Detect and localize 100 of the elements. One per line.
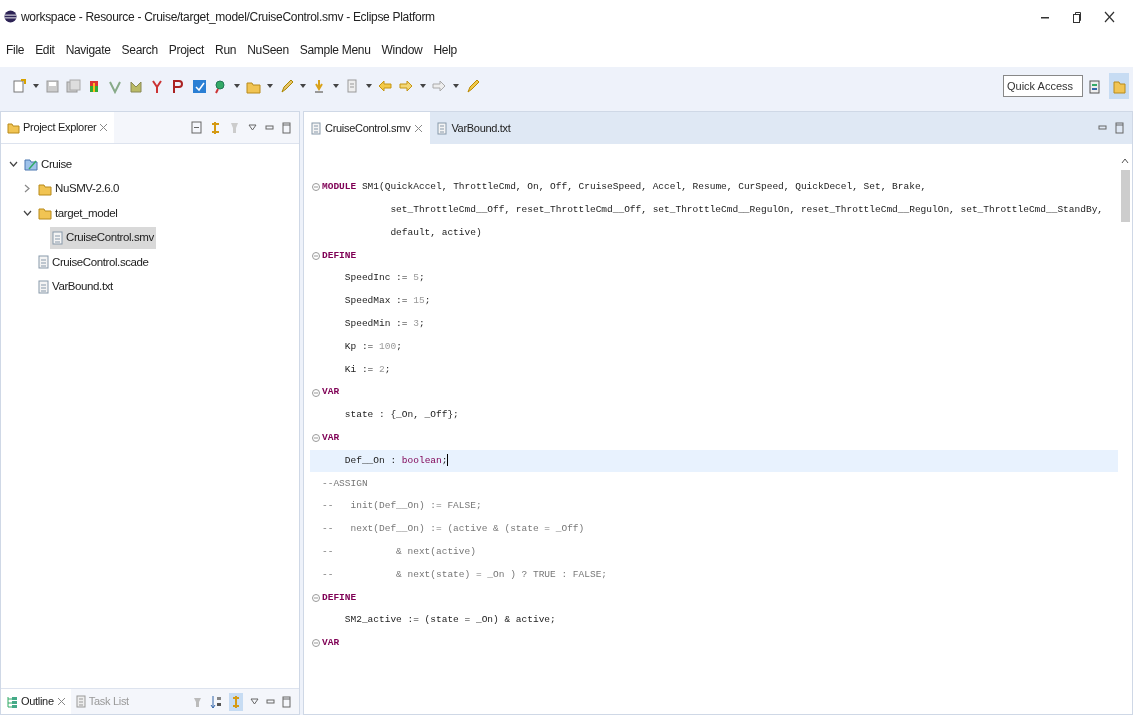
- tree-item[interactable]: VarBound.txt: [36, 275, 115, 298]
- editor-tab[interactable]: CruiseControl.smv: [304, 112, 431, 144]
- fold-icon[interactable]: [312, 388, 320, 397]
- menu-item[interactable]: Window: [381, 41, 423, 59]
- pencil-icon[interactable]: [279, 78, 294, 94]
- save-icon[interactable]: [45, 78, 60, 94]
- code-line: set_ThrottleCmd__Off, reset_ThrottleCmd__Off, set_ThrottleCmd__RegulOn, reset_ThrottleCmd__RegulOn, set_ThrottleCmd__StandBy,: [389, 203, 1104, 218]
- next-icon[interactable]: [432, 78, 447, 94]
- menu-item[interactable]: NuSeen: [247, 41, 289, 59]
- scroll-up-icon[interactable]: [1121, 158, 1129, 164]
- code-line: Def__On : boolean;: [343, 453, 449, 469]
- menu-item[interactable]: Run: [215, 41, 237, 59]
- view-menu-icon[interactable]: [250, 698, 259, 705]
- dropdown-caret-icon[interactable]: [33, 84, 39, 88]
- link-toggle-button[interactable]: [229, 692, 243, 711]
- fold-icon[interactable]: [312, 593, 320, 602]
- code-line: -- init(Def__On) := FALSE;: [322, 499, 482, 514]
- folder-icon: [38, 206, 52, 221]
- tree-item[interactable]: target_model: [36, 202, 120, 225]
- file-icon: [311, 121, 321, 135]
- scrollbar-thumb[interactable]: [1120, 170, 1130, 222]
- checkbox-icon[interactable]: [192, 78, 207, 94]
- pencil-icon[interactable]: [465, 78, 480, 94]
- expanded-chevron-icon[interactable]: [8, 161, 18, 168]
- menu-item[interactable]: Search: [121, 41, 158, 59]
- code-line: VAR: [322, 385, 340, 400]
- maximize-icon[interactable]: [282, 695, 291, 708]
- dropdown-caret-icon[interactable]: [333, 84, 339, 88]
- dropdown-caret-icon[interactable]: [234, 84, 240, 88]
- quick-access-field[interactable]: Quick Access: [1003, 75, 1083, 97]
- file-icon: [38, 279, 49, 294]
- tree-item[interactable]: CruiseControl.smv: [50, 226, 156, 249]
- link-icon: [231, 694, 241, 709]
- project-folder-icon: [24, 157, 38, 172]
- resource-perspective-button[interactable]: [1109, 73, 1129, 99]
- fork-icon[interactable]: [150, 78, 165, 94]
- folder-icon: [1112, 78, 1126, 94]
- project-explorer-tab[interactable]: Project Explorer: [1, 112, 115, 143]
- code-line: SM2_active := (state = _On) & active;: [343, 613, 556, 628]
- code-line: SpeedMax := 15;: [343, 294, 431, 309]
- view-title: Project Explorer: [23, 120, 97, 136]
- menu-item[interactable]: Edit: [35, 41, 55, 59]
- close-icon[interactable]: [1104, 10, 1115, 23]
- view-menu-icon[interactable]: [248, 124, 257, 131]
- code-line: --ASSIGN: [322, 476, 368, 491]
- sort-icon[interactable]: [210, 694, 222, 709]
- code-line: Ki := 2;: [343, 362, 391, 377]
- new-file-icon[interactable]: [12, 78, 27, 94]
- tree-item[interactable]: NuSMV-2.6.0: [36, 177, 121, 200]
- folder-icon: [7, 121, 20, 134]
- tree-item[interactable]: CruiseControl.scade: [36, 251, 151, 274]
- list-icon: [75, 695, 86, 708]
- menu-item[interactable]: Help: [433, 41, 457, 59]
- window-title: workspace - Resource - Cruise/target_model/CruiseControl.smv - Eclipse Platform: [21, 8, 435, 26]
- code-line: Kp := 100;: [343, 339, 402, 354]
- forward-icon[interactable]: [399, 78, 414, 94]
- restore-icon[interactable]: [1072, 10, 1082, 23]
- back-icon[interactable]: [378, 78, 393, 94]
- search-icon[interactable]: [213, 78, 228, 94]
- code-line: -- next(Def__On) := (active & (state = _Off): [322, 522, 585, 537]
- dropdown-caret-icon[interactable]: [366, 84, 372, 88]
- save-all-icon[interactable]: [66, 78, 81, 94]
- collapsed-chevron-icon[interactable]: [24, 184, 30, 194]
- editor-tab[interactable]: VarBound.txt: [430, 112, 518, 144]
- code-line: default, active): [389, 225, 482, 240]
- fold-icon[interactable]: [312, 251, 320, 260]
- code-line: VAR: [322, 431, 340, 446]
- filter-icon[interactable]: [193, 695, 203, 708]
- file-icon: [437, 121, 448, 135]
- link-icon[interactable]: [210, 120, 221, 135]
- view-tab[interactable]: Outline: [1, 689, 71, 714]
- code-line: VAR: [322, 636, 340, 651]
- fold-icon[interactable]: [312, 434, 320, 443]
- dropdown-caret-icon[interactable]: [453, 84, 459, 88]
- menu-item[interactable]: Sample Menu: [299, 41, 371, 59]
- dropdown-caret-icon[interactable]: [300, 84, 306, 88]
- code-line: DEFINE: [322, 248, 357, 263]
- fold-icon[interactable]: [312, 183, 320, 192]
- outline-icon: [6, 695, 18, 708]
- text-cursor: [447, 454, 449, 467]
- file-icon: [52, 230, 63, 245]
- tree-item[interactable]: Cruise: [22, 153, 74, 176]
- menu-item[interactable]: Project: [168, 41, 205, 59]
- perspective-icon[interactable]: [1089, 78, 1103, 94]
- dropdown-caret-icon[interactable]: [267, 84, 273, 88]
- collapse-all-icon[interactable]: [191, 121, 202, 134]
- code-line: -- & next(state) = _On ) ? TRUE : FALSE;: [322, 567, 608, 582]
- maximize-icon[interactable]: [1115, 122, 1124, 134]
- expanded-chevron-icon[interactable]: [22, 210, 32, 217]
- code-line: state : {_On, _Off};: [343, 408, 459, 423]
- app-logo-icon: [4, 10, 17, 23]
- code-line: MODULE SM1(QuickAccel, ThrottleCmd, On, Off, CruiseSpeed, Accel, Resume, CurSpeed, QuickDecel, Set, Brake,: [322, 180, 927, 195]
- code-line: SpeedInc := 5;: [343, 271, 425, 286]
- dropdown-caret-icon[interactable]: [420, 84, 426, 88]
- fold-icon[interactable]: [312, 639, 320, 648]
- code-line: DEFINE: [322, 590, 357, 605]
- menu-item[interactable]: File: [6, 41, 25, 59]
- code-line: SpeedMin := 3;: [343, 317, 425, 332]
- menu-item[interactable]: Navigate: [65, 41, 111, 59]
- maximize-icon[interactable]: [282, 121, 291, 134]
